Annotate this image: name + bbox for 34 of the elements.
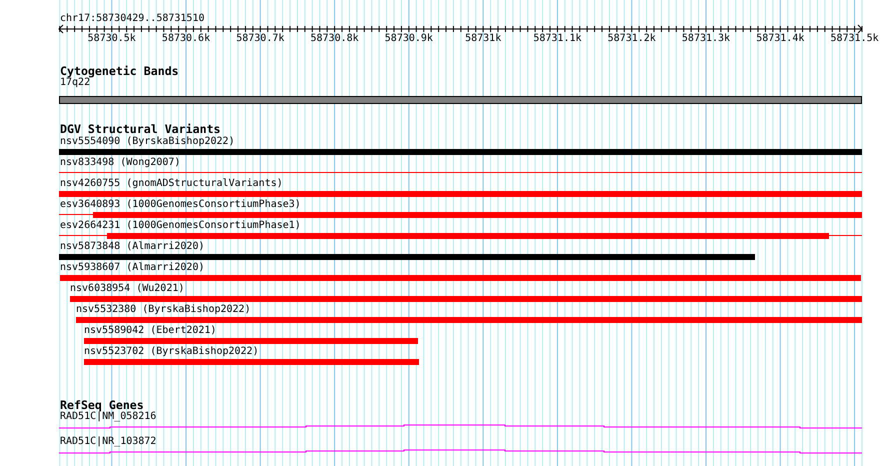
track-title: Cytogenetic Bands xyxy=(59,65,180,77)
transcript-line[interactable] xyxy=(58,450,862,454)
feature-label[interactable]: nsv5523702 (ByrskaBishop2022) xyxy=(83,346,890,358)
tick-label: 58731.5k xyxy=(830,33,879,45)
feature-label[interactable]: nsv5589042 (Ebert2021) xyxy=(83,325,890,337)
feature-label[interactable]: nsv5938607 (Almarri2020) xyxy=(59,262,890,274)
band-label: 17q22 xyxy=(59,77,90,89)
tick-label: 58731.1k xyxy=(533,33,582,45)
tick-label: 58731k xyxy=(465,33,502,45)
track-title: RefSeq Genes xyxy=(59,399,144,411)
tick-label: 58730.8k xyxy=(310,33,359,45)
feature-label[interactable]: nsv833498 (Wong2007) xyxy=(59,157,890,169)
tick-label: 58731.2k xyxy=(608,33,656,45)
feature-label[interactable]: nsv5554090 (ByrskaBishop2022) xyxy=(59,136,890,148)
transcript-line[interactable] xyxy=(58,424,862,428)
gene-label[interactable]: RAD51C|NM_058216 xyxy=(59,411,890,423)
tick-label: 58730.9k xyxy=(384,33,433,45)
tick-label: 58730.6k xyxy=(162,33,210,45)
region-label: chr17:58730429..58731510 xyxy=(59,13,206,25)
feature-bar[interactable] xyxy=(59,212,862,218)
tick-label: 58730.5k xyxy=(88,33,136,45)
feature-label[interactable]: nsv5873848 (Almarri2020) xyxy=(59,241,890,253)
feature-label[interactable]: esv2664231 (1000GenomesConsortiumPhase1) xyxy=(59,220,890,232)
band-bar[interactable] xyxy=(59,96,862,104)
tick-label: 58730.7k xyxy=(236,33,284,45)
feature-label[interactable]: nsv4260755 (gnomADStructuralVariants) xyxy=(59,178,890,190)
track-title: DGV Structural Variants xyxy=(59,123,222,135)
feature-label[interactable]: nsv6038954 (Wu2021) xyxy=(69,283,890,295)
tick-label: 58731.3k xyxy=(682,33,730,45)
feature-bar[interactable] xyxy=(59,233,862,239)
tick-label: 58731.4k xyxy=(756,33,804,45)
feature-label[interactable]: nsv5532380 (ByrskaBishop2022) xyxy=(75,304,890,316)
feature-label[interactable]: esv3640893 (1000GenomesConsortiumPhase3) xyxy=(59,199,890,211)
gene-label[interactable]: RAD51C|NR_103872 xyxy=(59,436,890,448)
